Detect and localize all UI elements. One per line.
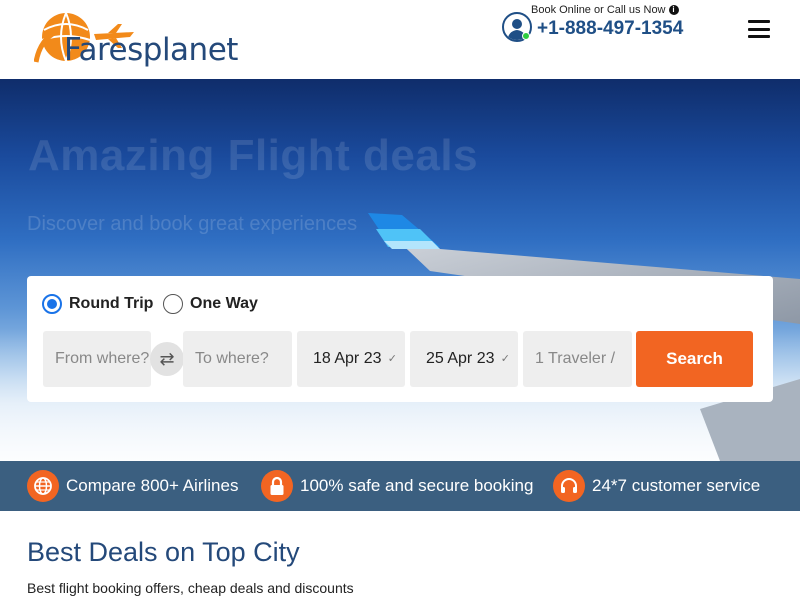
radio-selected-icon[interactable] (42, 294, 62, 314)
site-logo[interactable]: Faresplanet (34, 8, 238, 72)
feature-compare-airlines: Compare 800+ Airlines (27, 470, 238, 502)
site-header: Faresplanet Book Online or Call us Now i … (0, 0, 800, 79)
search-button[interactable]: Search (636, 331, 753, 387)
feature-text: 100% safe and secure booking (300, 476, 534, 495)
hero-banner: Amazing Flight deals Discover and book g… (0, 79, 800, 461)
depart-date-input[interactable]: 18 Apr 23 ✓ (297, 331, 405, 387)
feature-text: Compare 800+ Airlines (66, 476, 239, 495)
return-date-value: 25 Apr 23 (426, 350, 495, 367)
from-input[interactable]: From where? (43, 331, 151, 387)
section-title: Best Deals on Top City (27, 537, 300, 567)
travelers-input[interactable]: 1 Traveler / (523, 331, 632, 387)
chevron-down-icon: ✓ (387, 353, 397, 365)
flight-search-form: Round Trip One Way From where? ⇄ To wher… (27, 276, 773, 402)
logo-text: Faresplanet (64, 32, 238, 68)
contact-prompt: Book Online or Call us Now i (531, 4, 679, 16)
phone-number-link[interactable]: +1-888-497-1354 (537, 18, 683, 40)
one-way-label[interactable]: One Way (190, 295, 258, 313)
contact-block: Book Online or Call us Now i +1-888-497-1… (500, 2, 710, 46)
round-trip-radio[interactable]: Round Trip (42, 294, 153, 314)
swap-arrows-icon[interactable]: ⇄ (150, 342, 184, 376)
radio-unselected-icon[interactable] (163, 294, 183, 314)
feature-text: 24*7 customer service (592, 476, 761, 495)
depart-date-value: 18 Apr 23 (313, 350, 382, 367)
round-trip-label[interactable]: Round Trip (69, 295, 153, 313)
info-icon[interactable]: i (668, 5, 679, 15)
headset-icon (553, 470, 585, 502)
globe-icon (27, 470, 59, 502)
section-subtitle: Best flight booking offers, cheap deals … (27, 580, 354, 596)
chevron-down-icon: ✓ (500, 353, 510, 365)
features-bar: Compare 800+ Airlines 100% safe and secu… (0, 461, 800, 511)
hero-subtitle: Discover and book great experiences (27, 213, 358, 235)
feature-customer-service: 24*7 customer service (553, 470, 760, 502)
hamburger-menu-icon[interactable] (748, 20, 770, 40)
return-date-input[interactable]: 25 Apr 23 ✓ (410, 331, 518, 387)
feature-secure-booking: 100% safe and secure booking (261, 470, 533, 502)
to-input[interactable]: To where? (183, 331, 292, 387)
contact-prompt-text: Book Online or Call us Now (531, 4, 666, 16)
hero-title: Amazing Flight deals (28, 131, 479, 180)
lock-icon (261, 470, 293, 502)
online-status-dot (522, 32, 530, 40)
one-way-radio[interactable]: One Way (163, 294, 258, 314)
